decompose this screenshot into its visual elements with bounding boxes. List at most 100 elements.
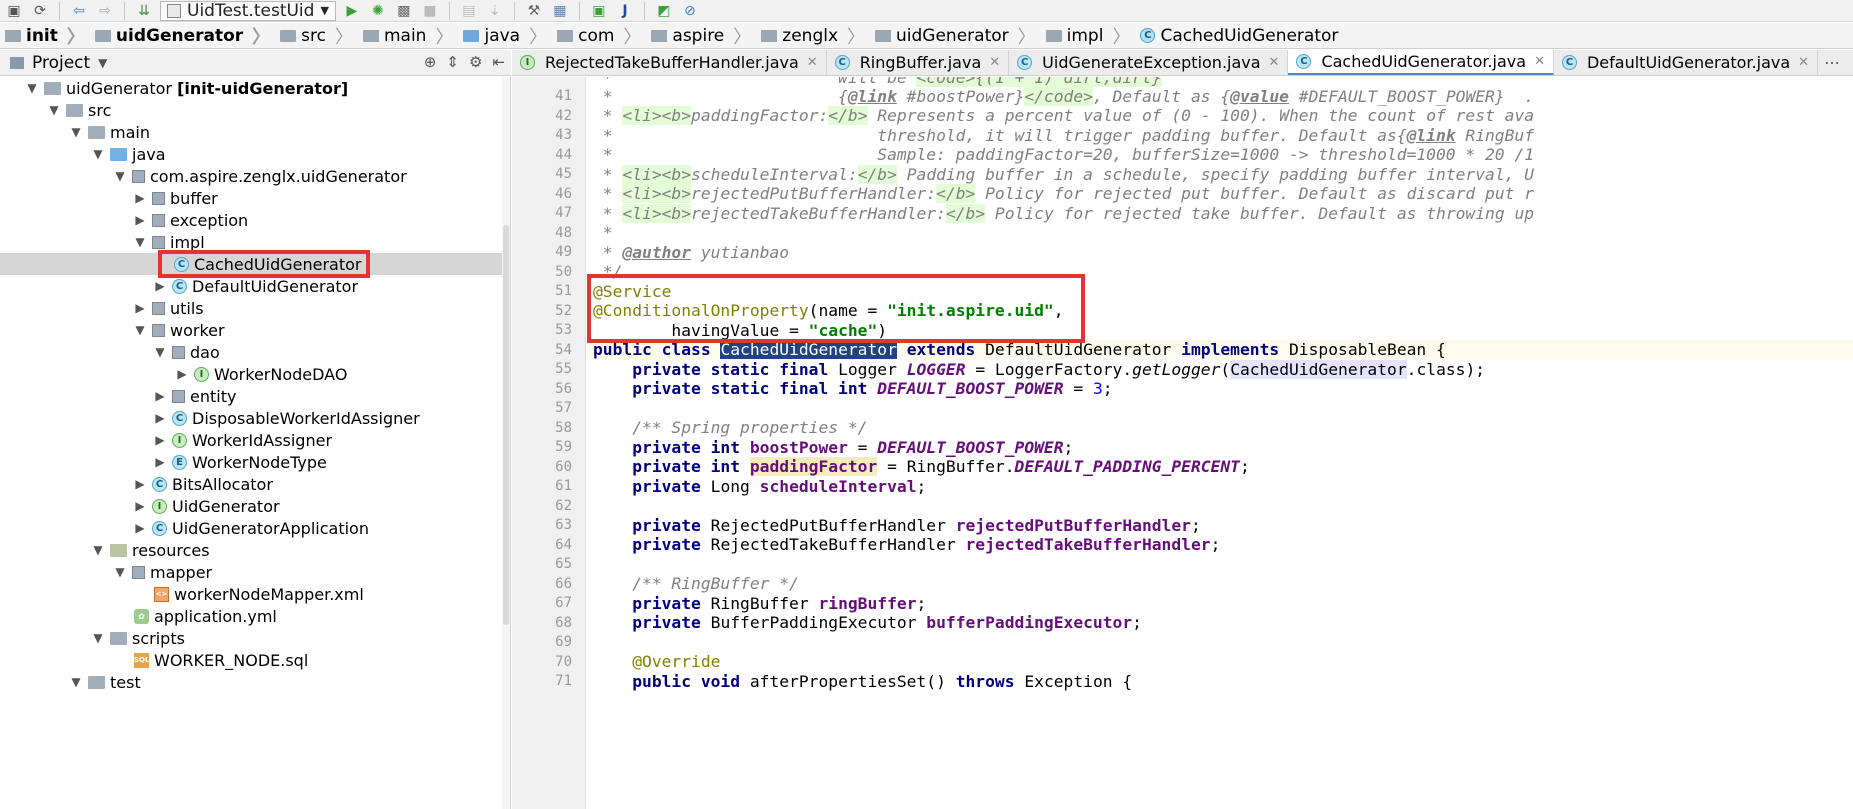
chevron-right-icon[interactable]: ▶ (154, 389, 166, 403)
tree-node-buffer[interactable]: ▶ buffer (0, 187, 510, 209)
tree-node-mapper-xml[interactable]: <> workerNodeMapper.xml (0, 583, 510, 605)
close-icon[interactable]: ✕ (1534, 54, 1545, 69)
tab-cacheduidgenerator[interactable]: C CachedUidGenerator.java ✕ (1288, 50, 1554, 75)
tree-node-workernodetype[interactable]: ▶ E WorkerNodeType (0, 451, 510, 473)
chevron-down-icon[interactable]: ▼ (134, 235, 146, 249)
chevron-down-icon[interactable]: ▼ (114, 565, 126, 579)
tab-uidgenerateexception[interactable]: C UidGenerateException.java ✕ (1009, 50, 1289, 75)
close-icon[interactable]: ✕ (807, 55, 818, 70)
tree-node-cacheduidgenerator[interactable]: C CachedUidGenerator (0, 253, 510, 275)
chevron-down-icon[interactable]: ▼ (48, 103, 60, 117)
breadcrumb-item-zenglx[interactable]: zenglx 〉 (756, 23, 870, 48)
chevron-down-icon[interactable]: ▼ (92, 543, 104, 557)
breadcrumb-item-java[interactable]: java 〉 (458, 23, 552, 48)
tree-node-exception[interactable]: ▶ exception (0, 209, 510, 231)
build-icon[interactable]: ⇊ (134, 1, 154, 21)
chevron-right-icon[interactable]: ▶ (134, 521, 146, 535)
tree-node-test[interactable]: ▼ test (0, 671, 510, 693)
tree-node-worker-node-sql[interactable]: SQL WORKER_NODE.sql (0, 649, 510, 671)
sync-icon[interactable]: ⟳ (30, 1, 50, 21)
chevron-down-icon[interactable]: ▼ (70, 675, 82, 689)
coverage-icon[interactable]: ▩ (394, 1, 414, 21)
chevron-down-icon[interactable]: ▼ (92, 631, 104, 645)
tree-node-java[interactable]: ▼ java (0, 143, 510, 165)
tree-node-worker[interactable]: ▼ worker (0, 319, 510, 341)
tree-node-application-yml[interactable]: ✿ application.yml (0, 605, 510, 627)
hide-icon[interactable]: ⇤ (492, 53, 505, 71)
chevron-right-icon[interactable]: ▶ (154, 411, 166, 425)
tree-node-impl[interactable]: ▼ impl (0, 231, 510, 253)
tree-node-disposableworkeridassigner[interactable]: ▶ C DisposableWorkerIdAssigner (0, 407, 510, 429)
chevron-right-icon[interactable]: ▶ (134, 477, 146, 491)
close-icon[interactable]: ✕ (989, 55, 1000, 70)
project-panel-title[interactable]: Project (32, 53, 90, 73)
tree-node-package[interactable]: ▼ com.aspire.zenglx.uidGenerator (0, 165, 510, 187)
tab-ringbuffer[interactable]: C RingBuffer.java ✕ (827, 50, 1010, 75)
breadcrumb-item-uidgenerator[interactable]: uidGenerator 〉 (90, 23, 275, 48)
tree-node-dao[interactable]: ▼ dao (0, 341, 510, 363)
power-save-icon[interactable]: ⊘ (680, 1, 700, 21)
sdk-manager-icon[interactable]: ▣ (589, 1, 609, 21)
save-all-icon[interactable]: ▣ (4, 1, 24, 21)
tree-node-uidgeneratorapplication[interactable]: ▶ C UidGeneratorApplication (0, 517, 510, 539)
collapse-all-icon[interactable]: ⇕ (446, 53, 459, 71)
tree-node-src[interactable]: ▼ src (0, 99, 510, 121)
chevron-right-icon[interactable]: ▶ (154, 455, 166, 469)
settings-wrench-icon[interactable]: ⚒ (524, 1, 544, 21)
tab-rejectedtakebufferhandler[interactable]: I RejectedTakeBufferHandler.java ✕ (512, 50, 827, 75)
tree-node-scripts[interactable]: ▼ scripts (0, 627, 510, 649)
back-icon[interactable]: ⇦ (69, 1, 89, 21)
project-tree-scrollbar-thumb[interactable] (503, 225, 509, 625)
stop-icon[interactable]: ■ (420, 1, 440, 21)
chevron-down-icon[interactable]: ▼ (134, 323, 146, 337)
run-icon[interactable]: ▶ (342, 1, 362, 21)
tab-overflow-menu-icon[interactable]: ⋯ (1818, 50, 1846, 75)
chevron-down-icon[interactable]: ▼ (114, 169, 126, 183)
run-configuration-selector[interactable]: UidTest.testUid ▼ (160, 0, 336, 21)
breadcrumb-item-aspire[interactable]: aspire 〉 (646, 23, 756, 48)
tree-node-bitsallocator[interactable]: ▶ C BitsAllocator (0, 473, 510, 495)
project-structure-icon[interactable]: ▦ (550, 1, 570, 21)
tree-node-mapper[interactable]: ▼ mapper (0, 561, 510, 583)
tree-node-root[interactable]: ▼ uidGenerator [init-uidGenerator] (0, 77, 510, 99)
chevron-down-icon[interactable]: ▼ (154, 345, 166, 359)
chevron-right-icon[interactable]: ▶ (176, 367, 188, 381)
breadcrumb-item-src[interactable]: src 〉 (275, 23, 358, 48)
tree-node-uidgenerator[interactable]: ▶ I UidGenerator (0, 495, 510, 517)
chevron-down-icon[interactable]: ▼ (70, 125, 82, 139)
chevron-right-icon[interactable]: ▶ (134, 301, 146, 315)
gear-icon[interactable]: ⚙ (469, 53, 482, 71)
tree-node-utils[interactable]: ▶ utils (0, 297, 510, 319)
chevron-down-icon[interactable]: ▼ (98, 56, 107, 70)
chevron-down-icon[interactable]: ▼ (26, 81, 38, 95)
tree-node-workernodedao[interactable]: ▶ I WorkerNodeDAO (0, 363, 510, 385)
tree-node-entity[interactable]: ▶ entity (0, 385, 510, 407)
breadcrumb-item-cacheduidgenerator[interactable]: C CachedUidGenerator (1135, 23, 1343, 48)
chevron-right-icon[interactable]: ▶ (134, 191, 146, 205)
vcs-commit-icon[interactable]: ⇣ (485, 1, 505, 21)
tree-node-resources[interactable]: ▼ resources (0, 539, 510, 561)
locate-icon[interactable]: ⊕ (424, 53, 437, 71)
debug-icon[interactable]: ✺ (368, 1, 388, 21)
vcs-update-icon[interactable]: ▤ (459, 1, 479, 21)
code-editor[interactable]: * will be <code>{(1 + 1) dirt,dirt} * {@… (587, 77, 1853, 809)
chevron-down-icon[interactable]: ▼ (92, 147, 104, 161)
jrebel-icon[interactable]: J (615, 1, 635, 21)
breadcrumb-item-com[interactable]: com 〉 (552, 23, 646, 48)
chevron-right-icon[interactable]: ▶ (134, 213, 146, 227)
breadcrumb-item-impl[interactable]: impl 〉 (1041, 23, 1136, 48)
tree-node-main[interactable]: ▼ main (0, 121, 510, 143)
forward-icon[interactable]: ⇨ (95, 1, 115, 21)
activity-monitor-icon[interactable]: ◩ (654, 1, 674, 21)
chevron-right-icon[interactable]: ▶ (154, 433, 166, 447)
close-icon[interactable]: ✕ (1798, 55, 1809, 70)
breadcrumb-item-init[interactable]: init 〉 (0, 23, 90, 48)
tree-node-defaultuidgenerator[interactable]: ▶ C DefaultUidGenerator (0, 275, 510, 297)
breadcrumb-item-uidgenerator-pkg[interactable]: uidGenerator 〉 (870, 23, 1041, 48)
tree-node-workeridassigner[interactable]: ▶ I WorkerIdAssigner (0, 429, 510, 451)
chevron-right-icon[interactable]: ▶ (154, 279, 166, 293)
breadcrumb-item-main[interactable]: main 〉 (358, 23, 458, 48)
tab-defaultuidgenerator[interactable]: C DefaultUidGenerator.java ✕ (1554, 50, 1819, 75)
close-icon[interactable]: ✕ (1269, 55, 1280, 70)
chevron-right-icon[interactable]: ▶ (134, 499, 146, 513)
